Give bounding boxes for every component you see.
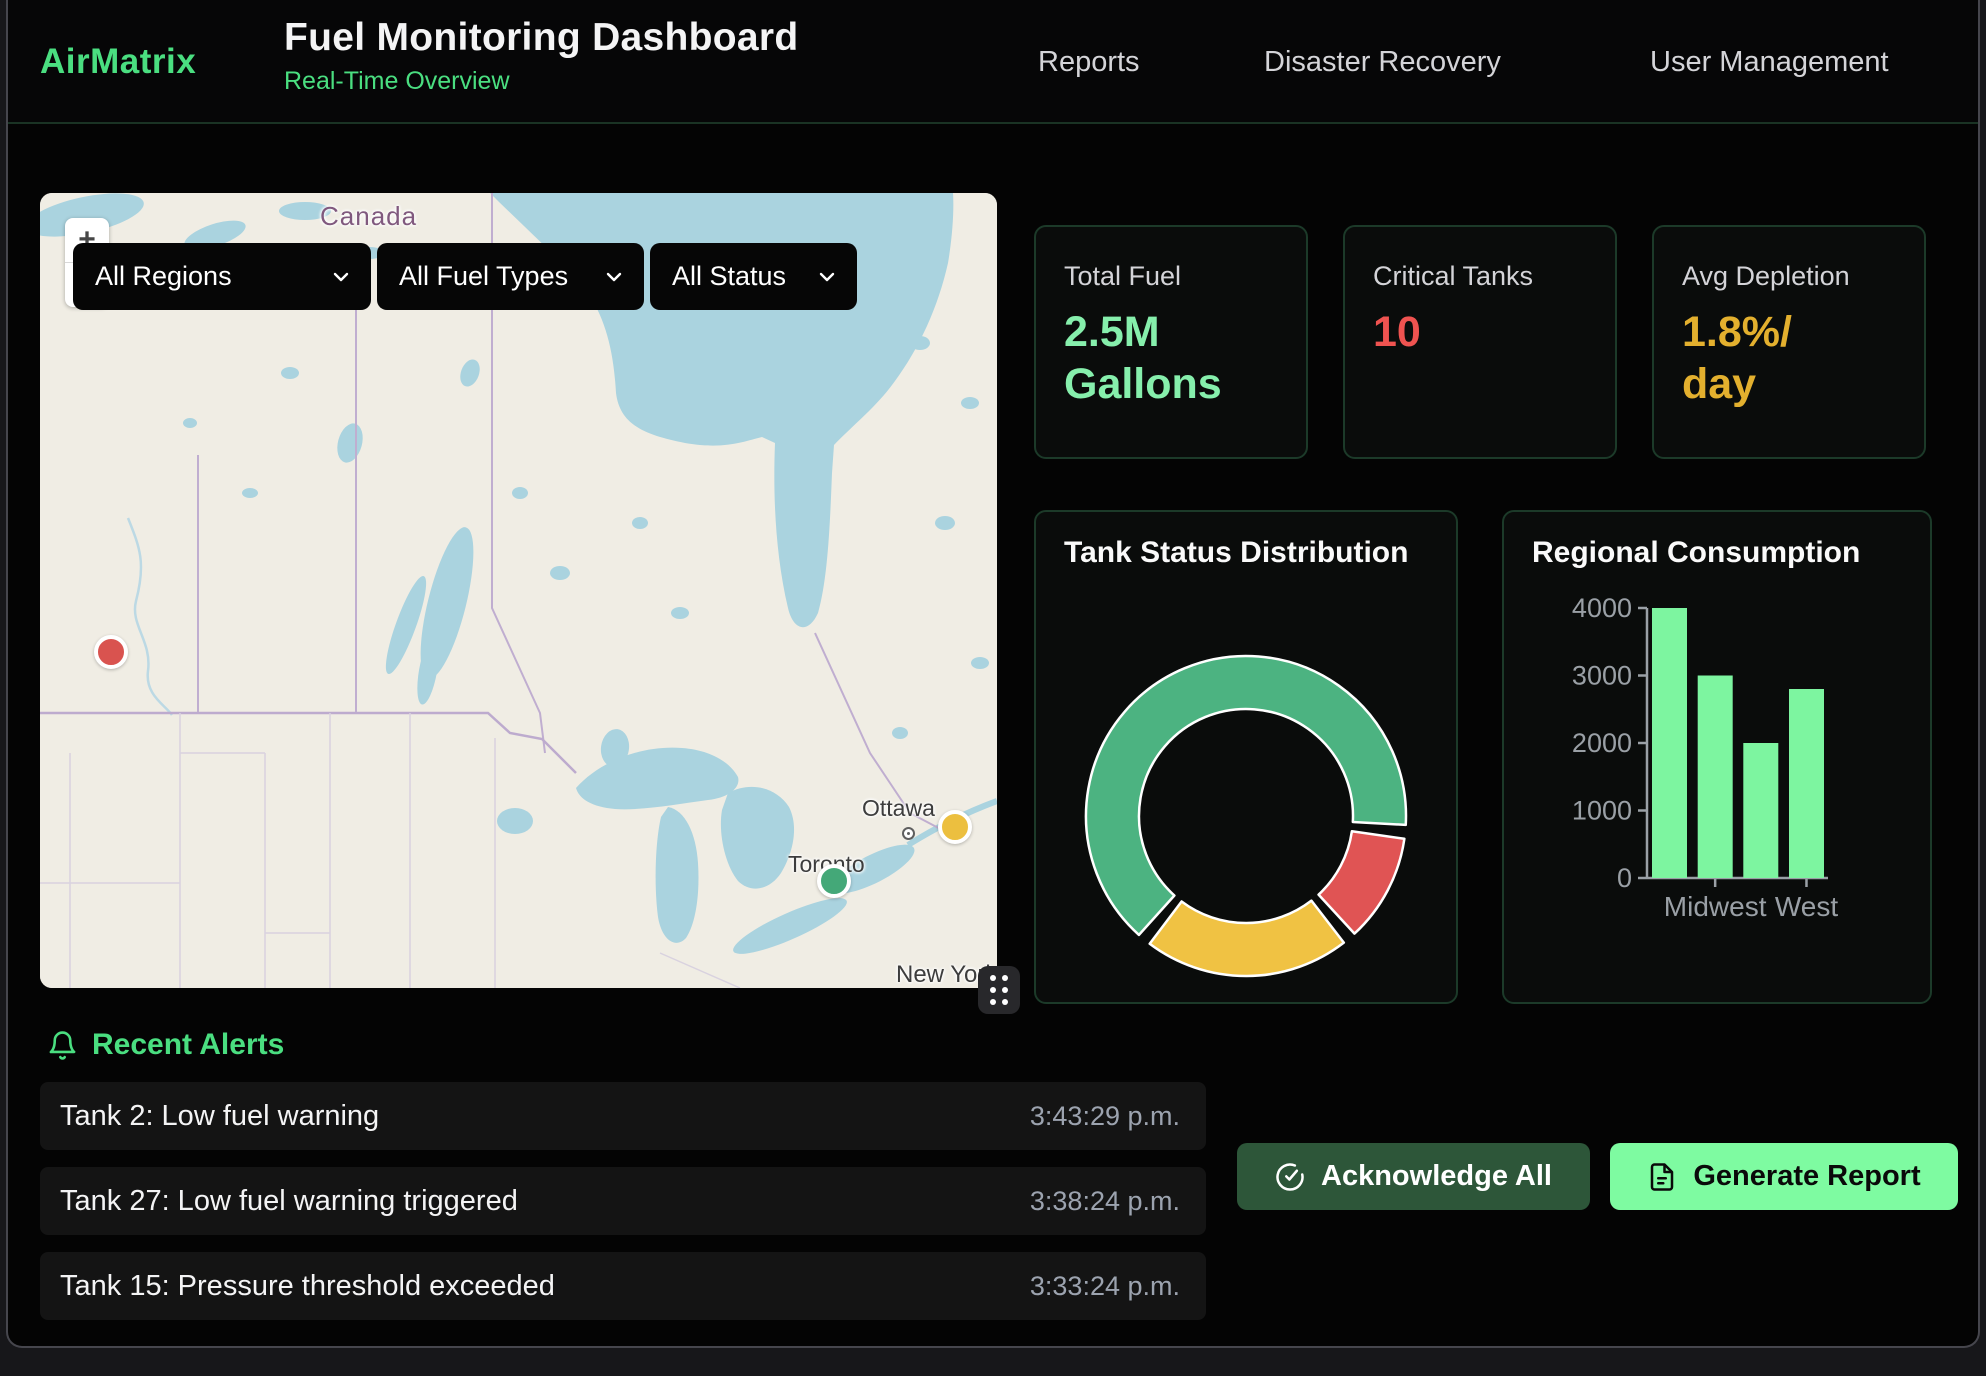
total-fuel-card: Total Fuel 2.5M Gallons: [1034, 225, 1308, 459]
map-drag-handle-icon[interactable]: [978, 966, 1020, 1014]
dashboard-container: AirMatrix Fuel Monitoring Dashboard Real…: [6, 0, 1980, 1348]
chevron-down-icon: [815, 265, 839, 289]
nav-disaster-recovery[interactable]: Disaster Recovery: [1264, 0, 1501, 124]
map-filters: All Regions All Fuel Types All Status: [73, 243, 857, 310]
alert-text: Tank 2: Low fuel warning: [60, 1100, 379, 1133]
generate-report-button[interactable]: Generate Report: [1610, 1143, 1958, 1210]
stat-label: Critical Tanks: [1373, 261, 1587, 292]
brand-logo: AirMatrix: [40, 42, 196, 82]
svg-text:1000: 1000: [1572, 796, 1632, 826]
page-title: Fuel Monitoring Dashboard: [284, 16, 798, 60]
alert-row: Tank 27: Low fuel warning triggered 3:38…: [40, 1167, 1206, 1235]
fuel-type-filter-select[interactable]: All Fuel Types: [377, 243, 644, 310]
stat-label: Total Fuel: [1064, 261, 1278, 292]
fuel-map[interactable]: Canada Ottawa Toronto New York + − All R…: [40, 193, 997, 988]
acknowledge-all-button[interactable]: Acknowledge All: [1237, 1143, 1590, 1210]
status-filter-select[interactable]: All Status: [650, 243, 857, 310]
alert-time: 3:33:24 p.m.: [1030, 1271, 1180, 1302]
alert-time: 3:43:29 p.m.: [1030, 1101, 1180, 1132]
region-filter-value: All Regions: [95, 261, 232, 292]
critical-tanks-card: Critical Tanks 10: [1343, 225, 1617, 459]
critical-tanks-value: 10: [1373, 306, 1587, 358]
app-header: AirMatrix Fuel Monitoring Dashboard Real…: [8, 0, 1978, 124]
stat-label: Avg Depletion: [1682, 261, 1896, 292]
nav-reports[interactable]: Reports: [1038, 0, 1140, 124]
bell-icon: [47, 1030, 78, 1061]
ottawa-town-icon: [902, 827, 915, 840]
tank-marker-warning[interactable]: [938, 810, 972, 844]
map-label-canada: Canada: [320, 201, 417, 232]
nav-user-management[interactable]: User Management: [1650, 0, 1889, 124]
tank-marker-normal[interactable]: [817, 864, 851, 898]
check-circle-icon: [1275, 1162, 1305, 1192]
fuel-type-filter-value: All Fuel Types: [399, 261, 568, 292]
alert-time: 3:38:24 p.m.: [1030, 1186, 1180, 1217]
region-filter-select[interactable]: All Regions: [73, 243, 371, 310]
total-fuel-value: 2.5M Gallons: [1064, 306, 1278, 411]
avg-depletion-value: 1.8%/ day: [1682, 306, 1896, 411]
tank-status-donut: [1036, 512, 1460, 1006]
map-label-ottawa: Ottawa: [862, 795, 935, 822]
recent-alerts-title: Recent Alerts: [92, 1028, 284, 1062]
chevron-down-icon: [602, 265, 626, 289]
avg-depletion-card: Avg Depletion 1.8%/ day: [1652, 225, 1926, 459]
regional-consumption-card: Regional Consumption 01000200030004000Mi…: [1502, 510, 1932, 1004]
regional-consumption-bars: 0 1000 2000 3000 4000 Midwest West: [1504, 512, 1934, 1006]
status-filter-value: All Status: [672, 261, 786, 292]
tank-marker-critical[interactable]: [94, 635, 128, 669]
alert-text: Tank 15: Pressure threshold exceeded: [60, 1270, 555, 1303]
chevron-down-icon: [329, 265, 353, 289]
svg-text:2000: 2000: [1572, 728, 1632, 758]
alert-text: Tank 27: Low fuel warning triggered: [60, 1185, 518, 1218]
svg-text:Midwest: Midwest: [1664, 891, 1767, 922]
title-block: Fuel Monitoring Dashboard Real-Time Over…: [284, 16, 798, 96]
file-report-icon: [1647, 1162, 1677, 1192]
svg-text:0: 0: [1617, 863, 1632, 893]
page-subtitle: Real-Time Overview: [284, 67, 798, 96]
svg-text:3000: 3000: [1572, 661, 1632, 691]
svg-text:4000: 4000: [1572, 593, 1632, 623]
alert-row: Tank 2: Low fuel warning 3:43:29 p.m.: [40, 1082, 1206, 1150]
tank-status-card: Tank Status Distribution: [1034, 510, 1458, 1004]
recent-alerts-header: Recent Alerts: [47, 1028, 284, 1062]
svg-text:West: West: [1775, 891, 1838, 922]
alert-row: Tank 15: Pressure threshold exceeded 3:3…: [40, 1252, 1206, 1320]
